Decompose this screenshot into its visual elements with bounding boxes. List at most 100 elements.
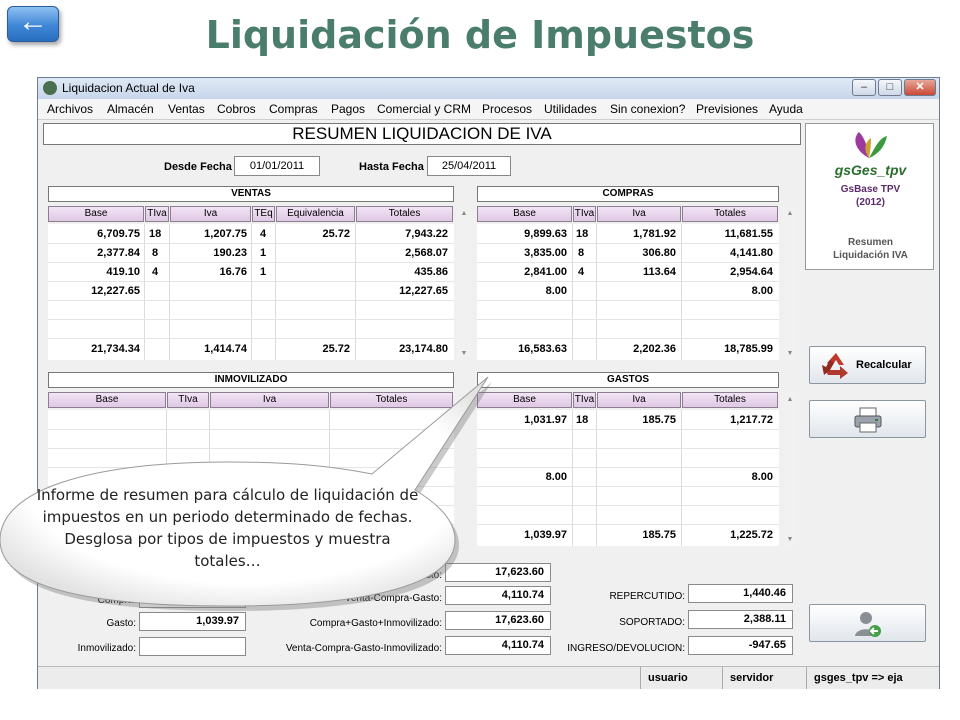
ventas-cell: 6,709.75 <box>97 228 140 240</box>
compras-scrollbar[interactable]: ▲ ▼ <box>783 206 797 362</box>
recalcular-button[interactable]: Recalcular <box>809 346 926 384</box>
compras-cell: 1,781.92 <box>633 228 676 240</box>
recalcular-label: Recalcular <box>856 359 912 371</box>
gastos-total: 1,225.72 <box>730 529 773 541</box>
col-iva: Iva <box>597 206 681 222</box>
compras-total: 18,785.99 <box>724 343 773 355</box>
compra-gasto-field[interactable]: 17,623.60 <box>445 563 551 582</box>
status-session: gsges_tpv => eja <box>806 667 939 689</box>
col-teq: TEq <box>252 206 275 222</box>
gastos-table: Base TIva Iva Totales 1,031.97 18 185.75… <box>477 392 779 548</box>
ventas-cell: 1 <box>260 266 267 278</box>
col-base: Base <box>477 392 572 408</box>
ventas-cell: 2,568.07 <box>405 247 448 259</box>
hasta-label: Hasta Fecha <box>359 161 424 173</box>
logo-panel: gsGes_tpv GsBase TPV (2012) Resumen Liqu… <box>805 123 934 270</box>
compras-table: Base TIva Iva Totales 9,899.63 18 1,781.… <box>477 206 779 362</box>
col-iva: Iva <box>597 392 681 408</box>
ventas-body: 6,709.75 18 1,207.75 4 25.72 7,943.22 2,… <box>48 224 454 360</box>
ventas-total: 25.72 <box>322 343 350 355</box>
logo-name: gsGes_tpv <box>834 162 907 178</box>
repercutido-field[interactable]: 1,440.46 <box>688 584 793 603</box>
gastos-cell: 18 <box>576 414 589 426</box>
menu-pagos[interactable]: Pagos <box>331 102 365 116</box>
app-icon <box>43 81 57 95</box>
col-totales: Totales <box>356 206 453 222</box>
ventas-cell: 1,207.75 <box>204 228 247 240</box>
window-titlebar: Liquidacion Actual de Iva – □ ✕ <box>38 78 939 99</box>
col-base: Base <box>48 392 166 408</box>
user-exit-icon <box>855 612 881 637</box>
exit-user-button[interactable] <box>809 604 926 642</box>
gastos-cell: 8.00 <box>751 471 773 483</box>
venta-compra-gasto-field[interactable]: 4,110.74 <box>445 586 551 605</box>
ingreso-devolucion-label: INGRESO/DEVOLUCION: <box>567 643 685 654</box>
ventas-total: 1,414.74 <box>204 343 247 355</box>
ventas-cell: 419.10 <box>106 266 140 278</box>
col-iva: Iva <box>170 206 251 222</box>
menu-previsiones[interactable]: Previsiones <box>696 102 758 116</box>
printer-icon <box>854 407 882 433</box>
col-tiva: TIva <box>573 392 596 408</box>
gasto-label: Gasto: <box>106 618 136 629</box>
menu-almacen[interactable]: Almacén <box>107 102 154 116</box>
ventas-total: 21,734.34 <box>91 343 140 355</box>
compras-cell: 8.00 <box>545 285 567 297</box>
col-iva: Iva <box>210 392 329 408</box>
compras-body: 9,899.63 18 1,781.92 11,681.55 3,835.00 … <box>477 224 779 360</box>
close-button[interactable]: ✕ <box>904 79 936 96</box>
ventas-cell: 1 <box>260 247 267 259</box>
slide-title: Liquidación de Impuestos <box>205 13 755 57</box>
print-button[interactable] <box>809 400 926 438</box>
menu-comercial-crm[interactable]: Comercial y CRM <box>377 102 471 116</box>
ventas-scrollbar[interactable]: ▲ ▼ <box>457 206 471 362</box>
hasta-date-field[interactable]: 25/04/2011 <box>427 156 511 176</box>
menu-ventas[interactable]: Ventas <box>168 102 205 116</box>
gastos-body: 1,031.97 18 185.75 1,217.72 8.00 8.00 1,… <box>477 410 779 546</box>
ventas-cell <box>276 265 350 279</box>
gastos-cell: 1,031.97 <box>524 414 567 426</box>
ventas-cell: 18 <box>149 228 162 240</box>
gastos-header: GASTOS <box>477 372 779 388</box>
menu-cobros[interactable]: Cobros <box>217 102 256 116</box>
ventas-cell: 16.76 <box>219 266 247 278</box>
compras-cell: 4 <box>578 266 585 278</box>
maximize-button[interactable]: □ <box>878 79 902 96</box>
sidebar-caption-2: Liquidación IVA <box>833 250 908 261</box>
compras-header: COMPRAS <box>477 186 779 202</box>
status-server: servidor <box>722 667 806 689</box>
col-equivalencia: Equivalencia <box>276 206 355 222</box>
compras-cell: 2,841.00 <box>524 266 567 278</box>
menu-utilidades[interactable]: Utilidades <box>544 102 597 116</box>
compra-gasto-inmov-field[interactable]: 17,623.60 <box>445 611 551 630</box>
col-tiva: TIva <box>167 392 209 408</box>
col-tiva: TIva <box>573 206 596 222</box>
desde-date-field[interactable]: 01/01/2011 <box>234 156 320 176</box>
compras-cell: 18 <box>576 228 589 240</box>
ventas-cell: 12,227.65 <box>399 285 448 297</box>
inmovilizado-header: INMOVILIZADO <box>48 372 454 388</box>
logo-subtitle: GsBase TPV <box>840 184 901 195</box>
menu-sin-conexion[interactable]: Sin conexion? <box>610 102 685 116</box>
ventas-total: 23,174.80 <box>399 343 448 355</box>
ventas-cell: 12,227.65 <box>91 285 140 297</box>
menu-ayuda[interactable]: Ayuda <box>769 102 803 116</box>
soportado-field[interactable]: 2,388.11 <box>688 610 793 629</box>
repercutido-label: REPERCUTIDO: <box>609 591 685 602</box>
ingreso-devolucion-field[interactable]: -947.65 <box>688 636 793 655</box>
gasto-field[interactable]: 1,039.97 <box>139 612 246 631</box>
compras-cell: 11,681.55 <box>724 228 773 240</box>
menu-archivos[interactable]: Archivos <box>47 102 93 116</box>
compras-cell: 8 <box>578 247 585 259</box>
compra-field[interactable]: 16,583.63 <box>139 589 246 608</box>
venta-compra-gasto-inmov-label: Venta-Compra-Gasto-Inmovilizado: <box>285 643 442 654</box>
compras-cell: 9,899.63 <box>524 228 567 240</box>
menu-compras[interactable]: Compras <box>269 102 318 116</box>
gastos-scrollbar[interactable]: ▲ ▼ <box>783 392 797 548</box>
venta-compra-gasto-inmov-field[interactable]: 4,110.74 <box>445 636 551 655</box>
report-title: RESUMEN LIQUIDACION DE IVA <box>43 123 801 145</box>
minimize-button[interactable]: – <box>852 79 876 96</box>
desde-label: Desde Fecha <box>164 161 232 173</box>
inmovilizado-field[interactable] <box>139 637 246 656</box>
menu-procesos[interactable]: Procesos <box>482 102 532 116</box>
